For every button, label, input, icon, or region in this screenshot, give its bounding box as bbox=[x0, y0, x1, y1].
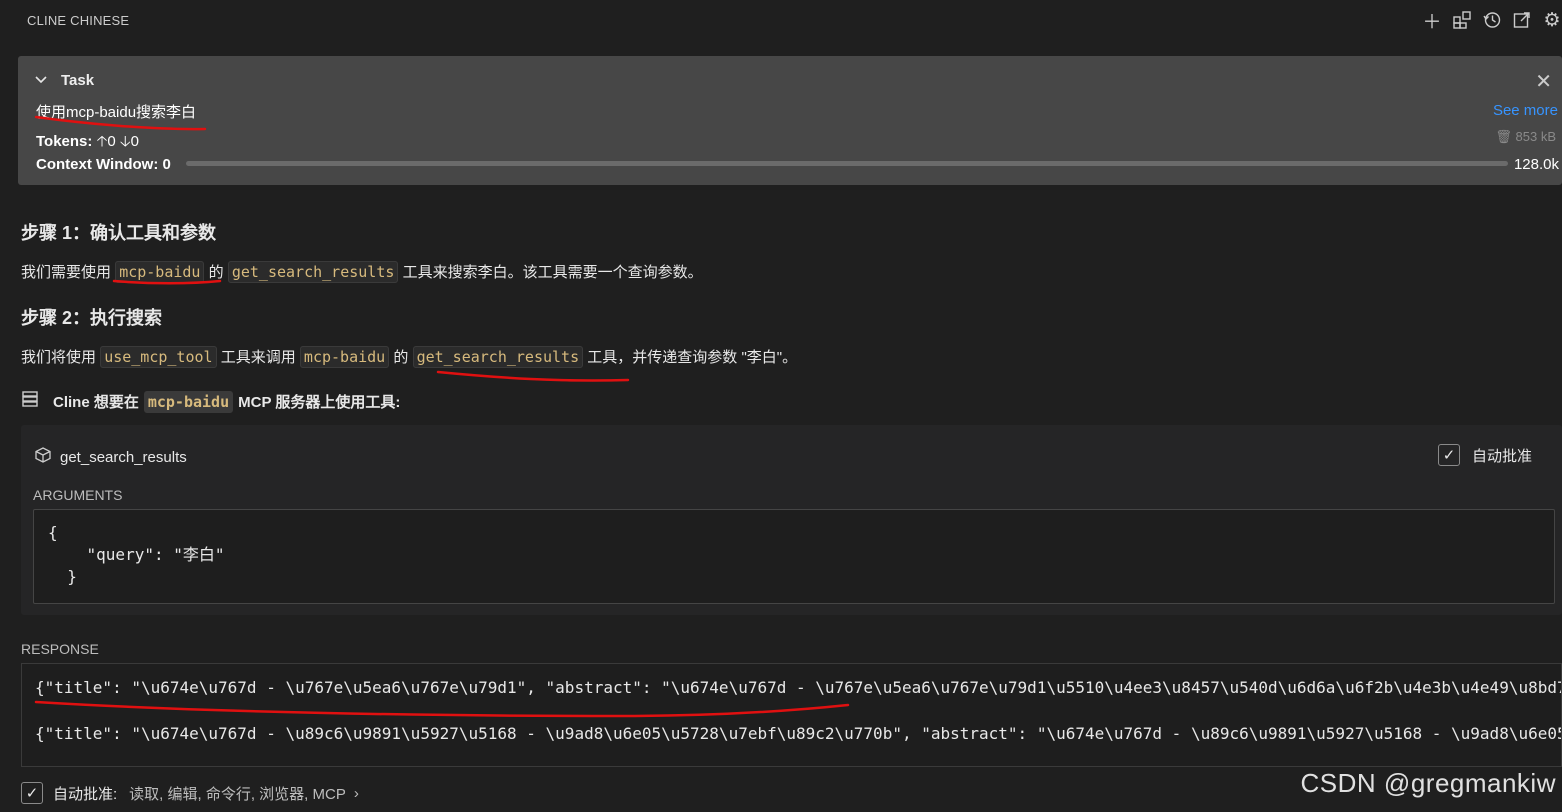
step2-paragraph: 我们将使用 use_mcp_tool 工具来调用 mcp-baidu 的 get… bbox=[21, 346, 798, 368]
response-line: {"title": "\u674e\u767d - \u89c6\u9891\u… bbox=[35, 724, 1562, 743]
auto-approve-bar-label: 自动批准: bbox=[53, 785, 118, 803]
context-window-row: Context Window: 0 bbox=[36, 156, 171, 173]
tool-card: get_search_results ✓ 自动批准 ARGUMENTS { "q… bbox=[21, 425, 1562, 615]
tool-request-header: Cline 想要在 mcp-baidu MCP 服务器上使用工具: bbox=[21, 390, 400, 413]
task-size-value: 853 kB bbox=[1515, 129, 1556, 144]
header-toolbar: ＋ ⚙ bbox=[1422, 8, 1562, 33]
tool-header-pre: Cline 想要在 bbox=[53, 394, 139, 411]
cube-icon bbox=[35, 447, 51, 468]
popout-icon[interactable] bbox=[1512, 8, 1532, 32]
annotation-underline bbox=[436, 370, 630, 382]
response-line: {"title": "\u674e\u767d - \u767e\u5ea6\u… bbox=[35, 678, 1562, 697]
tool-name-row: get_search_results bbox=[35, 447, 187, 468]
see-more-link[interactable]: See more bbox=[1493, 102, 1558, 119]
history-icon[interactable] bbox=[1482, 8, 1502, 32]
step2-code-use-tool: use_mcp_tool bbox=[100, 346, 217, 368]
context-window-used: 0 bbox=[162, 156, 171, 173]
settings-icon[interactable]: ⚙ bbox=[1542, 8, 1562, 32]
step2-text-mid1: 工具来调用 bbox=[220, 349, 296, 366]
header: CLINE CHINESE ＋ ⚙ bbox=[0, 0, 1562, 42]
auto-approve-checkbox[interactable]: ✓ bbox=[1437, 444, 1460, 466]
step1-code-tool: get_search_results bbox=[227, 261, 399, 283]
server-icon bbox=[21, 390, 41, 413]
arrow-up-icon: 🡡 bbox=[96, 133, 108, 150]
step1-text-mid: 的 bbox=[208, 264, 224, 281]
auto-approve-bar[interactable]: ✓ 自动批准: 读取, 编辑, 命令行, 浏览器, MCP › bbox=[21, 782, 359, 804]
tool-name: get_search_results bbox=[60, 449, 187, 466]
response-label: RESPONSE bbox=[21, 641, 99, 657]
step2-code-server: mcp-baidu bbox=[299, 346, 390, 368]
tokens-row: Tokens: 🡡0 🡣0 bbox=[36, 131, 139, 156]
step1-heading: 步骤 1：确认工具和参数 bbox=[21, 223, 217, 243]
step2-text-pre: 我们将使用 bbox=[21, 349, 97, 366]
watermark: CSDN @gregmankiw bbox=[1300, 768, 1556, 798]
auto-approve-bar-checkbox[interactable]: ✓ bbox=[21, 782, 43, 804]
context-window-label: Context Window: bbox=[36, 156, 159, 173]
context-window-bar bbox=[186, 161, 1508, 166]
auto-approve-bar-items: 读取, 编辑, 命令行, 浏览器, MCP bbox=[129, 785, 346, 803]
tokens-down: 0 bbox=[130, 133, 139, 150]
tokens-up: 0 bbox=[107, 133, 116, 150]
step2-heading: 步骤 2：执行搜索 bbox=[21, 308, 163, 328]
tokens-label: Tokens: bbox=[36, 133, 93, 150]
task-size[interactable]: 🗑 853 kB bbox=[1495, 129, 1556, 145]
arguments-label: ARGUMENTS bbox=[33, 487, 123, 503]
context-window-max: 128.0k bbox=[1513, 156, 1559, 173]
plus-icon[interactable]: ＋ bbox=[1422, 8, 1442, 33]
step2-text-mid2: 的 bbox=[393, 349, 409, 366]
close-icon[interactable]: ✕ bbox=[1535, 69, 1552, 94]
view-title: CLINE CHINESE bbox=[27, 13, 130, 28]
tool-header-post: MCP 服务器上使用工具: bbox=[238, 394, 401, 411]
step2-code-tool: get_search_results bbox=[412, 346, 584, 368]
auto-approve-label: 自动批准 bbox=[1471, 447, 1532, 465]
task-text: 使用mcp-baidu搜索李白 bbox=[36, 104, 197, 121]
step1-code-server: mcp-baidu bbox=[115, 261, 205, 283]
layout-icon[interactable] bbox=[1452, 8, 1472, 32]
step1-text-pre: 我们需要使用 bbox=[21, 264, 112, 281]
chevron-right-icon[interactable]: › bbox=[354, 785, 359, 802]
auto-approve-toggle[interactable]: ✓ 自动批准 bbox=[1437, 444, 1532, 466]
task-label: Task bbox=[61, 72, 95, 89]
step2-text-post: 工具，并传递查询参数 "李白"。 bbox=[587, 349, 798, 366]
arguments-code: { "query": "李白" } bbox=[33, 509, 1555, 604]
arrow-down-icon: 🡣 bbox=[119, 133, 131, 150]
chevron-down-icon[interactable] bbox=[35, 73, 47, 88]
trash-icon[interactable]: 🗑 bbox=[1495, 129, 1512, 144]
tool-header-server: mcp-baidu bbox=[143, 390, 234, 413]
response-box[interactable]: {"title": "\u674e\u767d - \u767e\u5ea6\u… bbox=[21, 663, 1562, 767]
step1-text-post: 工具来搜索李白。该工具需要一个查询参数。 bbox=[402, 264, 703, 281]
step1-paragraph: 我们需要使用 mcp-baidu 的 get_search_results 工具… bbox=[21, 261, 703, 283]
task-panel: Task ✕ 使用mcp-baidu搜索李白 See more Tokens: … bbox=[18, 56, 1562, 185]
